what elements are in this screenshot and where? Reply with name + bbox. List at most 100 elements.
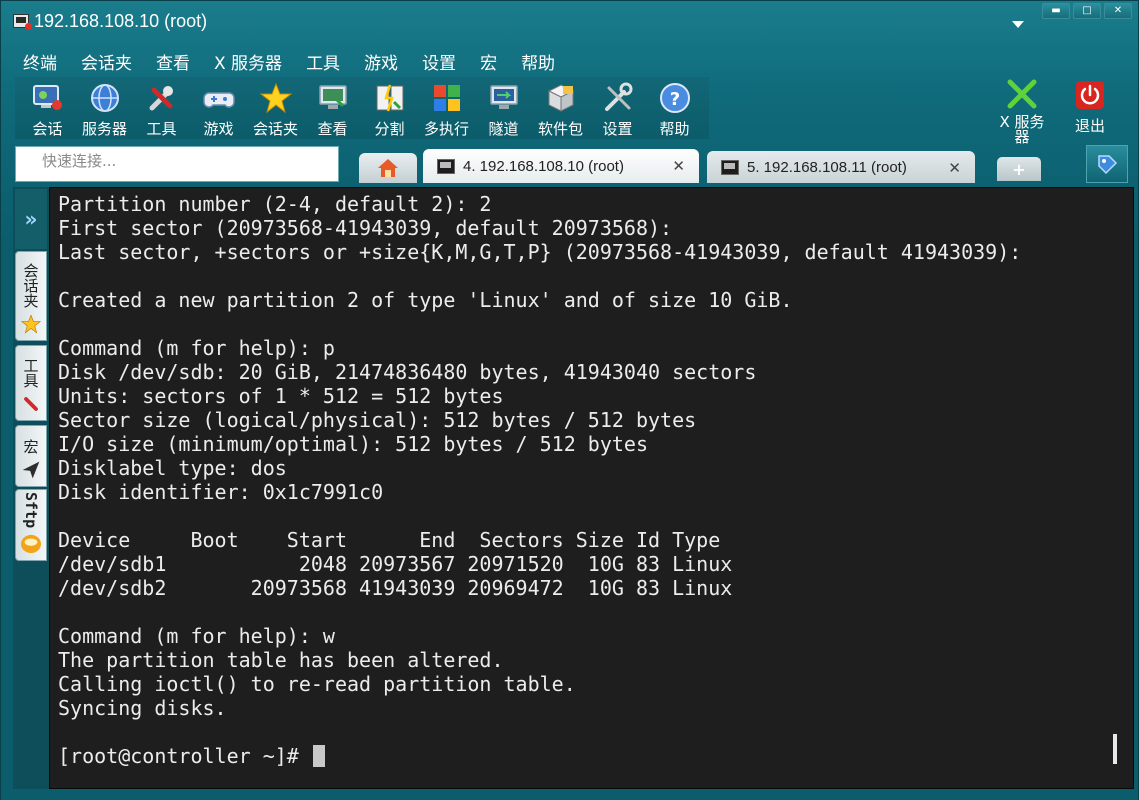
tab-label: 5. 192.168.108.11 (root) <box>747 158 907 176</box>
terminal-tab-icon <box>721 159 739 175</box>
app-window: 192.168.108.10 (root) ▬ □ ✕ 终端 会话夹 查看 X … <box>0 0 1139 800</box>
menu-tools[interactable]: 工具 <box>294 47 352 75</box>
settings-icon <box>601 81 635 115</box>
menu-sessions[interactable]: 会话夹 <box>69 47 144 75</box>
send-icon <box>22 461 40 479</box>
menu-macros[interactable]: 宏 <box>468 47 509 75</box>
toolbar-games-button[interactable]: 游戏 <box>190 77 247 139</box>
sidebar-expand-icon[interactable]: » <box>15 189 47 249</box>
svg-text:?: ? <box>669 89 679 110</box>
terminal-line: The partition table has been altered. <box>58 648 504 672</box>
terminal-line: Created a new partition 2 of type 'Linux… <box>58 288 793 312</box>
terminal-area[interactable]: Partition number (2-4, default 2): 2 Firs… <box>49 187 1134 789</box>
tab-label: 4. 192.168.108.10 (root) <box>463 157 624 175</box>
toolbar-multiexec-button[interactable]: 多执行 <box>418 77 475 139</box>
toolbar-tunnel-button[interactable]: 隧道 <box>475 77 532 139</box>
tools-icon <box>24 397 38 411</box>
menu-bar: 终端 会话夹 查看 X 服务器 工具 游戏 设置 宏 帮助 <box>11 47 567 75</box>
tools-icon <box>145 81 179 115</box>
terminal-line: /dev/sdb2 20973568 41943039 20969472 10G… <box>58 576 733 600</box>
sidebar-toggle-button[interactable] <box>1086 145 1128 183</box>
split-icon <box>373 81 407 115</box>
packages-icon <box>544 81 578 115</box>
toolbar-tools-button[interactable]: 工具 <box>133 77 190 139</box>
xserver-button[interactable]: X 服务器 <box>994 77 1050 145</box>
terminal-line: Syncing disks. <box>58 696 227 720</box>
terminal-line: Device Boot Start End Sectors Size Id Ty… <box>58 528 721 552</box>
left-sidebar: » 会话夹 工具 宏 Sftp <box>13 187 49 789</box>
maximize-button[interactable]: □ <box>1073 3 1101 19</box>
sftp-icon <box>21 534 41 554</box>
sidebar-tab-sessions[interactable]: 会话夹 <box>15 251 47 341</box>
star-icon <box>21 314 41 334</box>
toolbar-packages-button[interactable]: 软件包 <box>532 77 589 139</box>
tab-session-5[interactable]: 5. 192.168.108.11 (root) ✕ <box>707 151 975 183</box>
terminal-line: Disk /dev/sdb: 20 GiB, 21474836480 bytes… <box>58 360 757 384</box>
tunnel-icon <box>487 81 521 115</box>
exit-label: 退出 <box>1074 117 1105 135</box>
terminal-cursor <box>312 745 325 767</box>
add-tab-button[interactable]: + <box>997 157 1041 181</box>
menu-view[interactable]: 查看 <box>144 47 202 75</box>
home-tab[interactable] <box>359 153 417 183</box>
xserver-icon <box>1006 79 1038 113</box>
title-bar[interactable]: 192.168.108.10 (root) ▬ □ ✕ <box>1 1 1138 45</box>
terminal-line: Partition number (2-4, default 2): 2 <box>58 192 492 216</box>
tag-icon <box>1098 155 1118 175</box>
exit-button[interactable]: 退出 <box>1062 77 1118 145</box>
main-toolbar: 会话 服务器 工具 游戏 会话夹 查看 分割 多执行 隧道 软件包 设置 ? 帮… <box>15 77 709 139</box>
power-icon <box>1074 79 1106 115</box>
toolbar-sessions-folder-button[interactable]: 会话夹 <box>247 77 304 139</box>
quick-connect-input[interactable]: 快速连接... <box>15 146 339 182</box>
star-icon <box>259 81 293 115</box>
toolbar-session-button[interactable]: 会话 <box>19 77 76 139</box>
toolbar-split-button[interactable]: 分割 <box>361 77 418 139</box>
menu-terminal[interactable]: 终端 <box>11 47 69 75</box>
terminal-line: Units: sectors of 1 * 512 = 512 bytes <box>58 384 504 408</box>
terminal-line: I/O size (minimum/optimal): 512 bytes / … <box>58 432 649 456</box>
menu-settings[interactable]: 设置 <box>410 47 468 75</box>
toolbar-help-button[interactable]: ? 帮助 <box>646 77 703 139</box>
session-icon <box>31 81 65 115</box>
window-controls: ▬ □ ✕ <box>1042 3 1132 19</box>
sidebar-tab-sftp[interactable]: Sftp <box>15 489 47 561</box>
terminal-line: Disk identifier: 0x1c7991c0 <box>58 480 384 504</box>
tab-close-icon[interactable]: ✕ <box>948 159 961 177</box>
tab-close-icon[interactable]: ✕ <box>672 157 685 175</box>
dropdown-arrow-icon[interactable] <box>1012 21 1024 28</box>
terminal-line: Command (m for help): p <box>58 336 335 360</box>
server-globe-icon <box>88 81 122 115</box>
right-toolbar: X 服务器 退出 <box>994 77 1118 145</box>
menu-games[interactable]: 游戏 <box>352 47 410 75</box>
terminal-line: Sector size (logical/physical): 512 byte… <box>58 408 697 432</box>
toolbar-servers-button[interactable]: 服务器 <box>76 77 133 139</box>
window-title: 192.168.108.10 (root) <box>34 11 208 31</box>
app-terminal-icon <box>13 14 32 30</box>
xserver-label: X 服务器 <box>999 113 1045 146</box>
shell-prompt: [root@controller ~]# <box>58 744 311 768</box>
terminal-line: /dev/sdb1 2048 20973567 20971520 10G 83 … <box>58 552 733 576</box>
tab-strip: 4. 192.168.108.10 (root) ✕ 5. 192.168.10… <box>345 147 1105 185</box>
menu-help[interactable]: 帮助 <box>509 47 567 75</box>
help-icon: ? <box>658 81 692 115</box>
tab-session-4[interactable]: 4. 192.168.108.10 (root) ✕ <box>423 149 699 183</box>
terminal-line: Last sector, +sectors or +size{K,M,G,T,P… <box>58 240 1022 264</box>
terminal-line: Calling ioctl() to re-read partition tab… <box>58 672 576 696</box>
close-button[interactable]: ✕ <box>1104 3 1132 19</box>
sidebar-tab-tools[interactable]: 工具 <box>15 345 47 421</box>
toolbar-view-button[interactable]: 查看 <box>304 77 361 139</box>
minimize-button[interactable]: ▬ <box>1042 3 1070 19</box>
multi-exec-icon <box>430 81 464 115</box>
toolbar-settings-button[interactable]: 设置 <box>589 77 646 139</box>
window-bottom-edge <box>1 791 1138 800</box>
terminal-scrollbar-thumb[interactable] <box>1113 734 1117 764</box>
sidebar-tab-macros[interactable]: 宏 <box>15 425 47 487</box>
terminal-line: Command (m for help): w <box>58 624 335 648</box>
terminal-line: First sector (20973568-41943039, default… <box>58 216 673 240</box>
menu-xserver[interactable]: X 服务器 <box>202 47 294 75</box>
